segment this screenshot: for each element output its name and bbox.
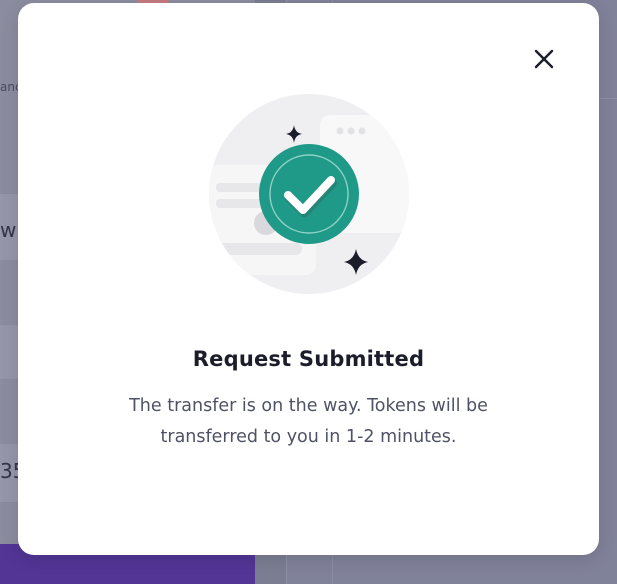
modal-message: The transfer is on the way. Tokens will … [129,396,488,447]
success-check-icon [209,94,409,294]
close-icon [534,49,554,69]
modal-title: Request Submitted [192,347,425,371]
close-button[interactable] [532,47,556,71]
success-modal: Request Submitted The transfer is on the… [18,3,599,555]
success-illustration [208,93,410,295]
app-screen: anc wn 35 Request Submitted The transfer… [0,0,617,584]
